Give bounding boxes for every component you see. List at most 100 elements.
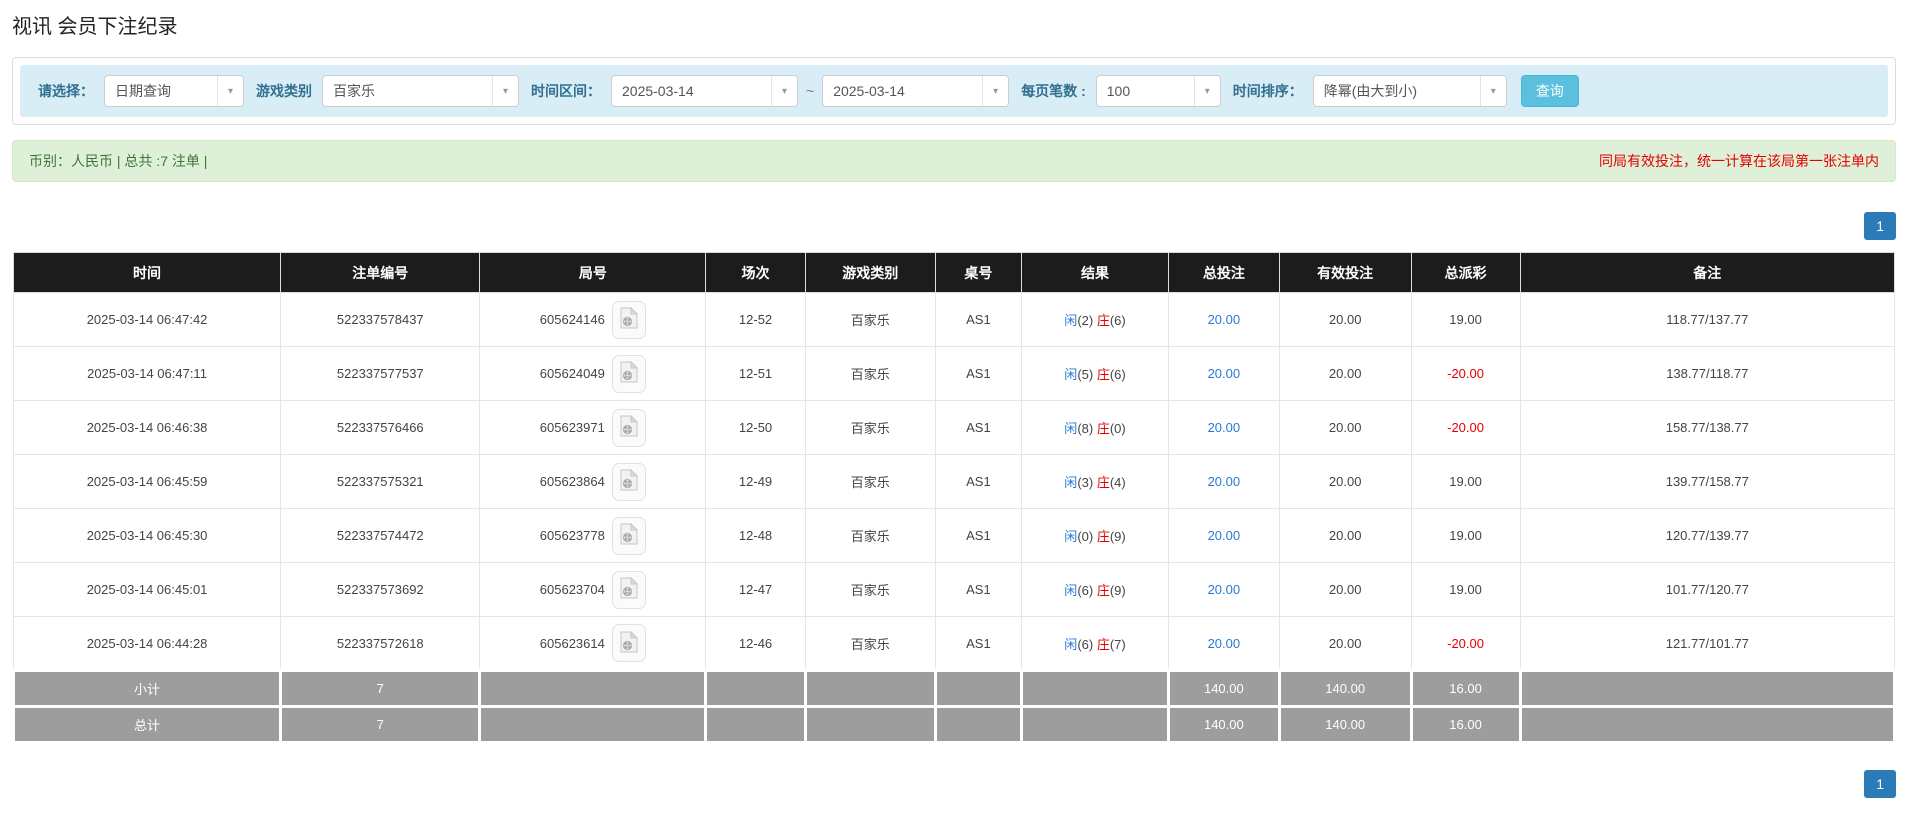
cell-game-type: 百家乐	[805, 401, 935, 455]
cell-total-bet: 20.00	[1168, 347, 1279, 401]
cell-remark: 120.77/139.77	[1520, 509, 1894, 563]
cell-result: 闲(6) 庄(7)	[1022, 617, 1169, 671]
result-player-score: (8)	[1077, 421, 1093, 436]
cell-remark: 139.77/158.77	[1520, 455, 1894, 509]
total-row: 总计 7 140.00 140.00 16.00	[14, 707, 1895, 743]
col-header-valid-bet: 有效投注	[1279, 253, 1411, 293]
cell-game-type: 百家乐	[805, 347, 935, 401]
result-player-score: (5)	[1077, 367, 1093, 382]
game-type-label: 游戏类别	[256, 81, 312, 101]
summary-bar: 币别：人民币 | 总共 :7 注单 | 同局有效投注，统一计算在该局第一张注单内	[12, 140, 1896, 182]
round-id-text: 605623704	[540, 582, 605, 597]
cell-total-bet: 20.00	[1168, 617, 1279, 671]
cell-session: 12-48	[706, 509, 806, 563]
col-header-time: 时间	[14, 253, 281, 293]
cell-bet-id: 522337578437	[281, 293, 480, 347]
chevron-down-icon[interactable]: ▾	[982, 76, 1008, 106]
cell-time: 2025-03-14 06:47:11	[14, 347, 281, 401]
result-player-score: (3)	[1077, 475, 1093, 490]
cell-round-id: 605624049	[480, 347, 706, 401]
cell-game-type: 百家乐	[805, 455, 935, 509]
date-from-select[interactable]: 2025-03-14 ▾	[611, 75, 798, 107]
cell-time: 2025-03-14 06:44:28	[14, 617, 281, 671]
cell-result: 闲(8) 庄(0)	[1022, 401, 1169, 455]
round-id-text: 605623778	[540, 528, 605, 543]
table-body: 2025-03-14 06:47:42 522337578437 6056241…	[14, 293, 1895, 671]
total-valid-bet: 140.00	[1279, 707, 1411, 743]
video-replay-button[interactable]	[612, 355, 646, 393]
game-type-select[interactable]: 百家乐 ▾	[322, 75, 519, 107]
total-bet-link[interactable]: 20.00	[1208, 636, 1241, 651]
query-type-select[interactable]: 日期查询 ▾	[104, 75, 244, 107]
time-range-label: 时间区间：	[531, 81, 601, 101]
cell-payout: 19.00	[1411, 509, 1520, 563]
round-id-text: 605623614	[540, 636, 605, 651]
cell-valid-bet: 20.00	[1279, 617, 1411, 671]
video-replay-button[interactable]	[612, 624, 646, 662]
subtotal-label: 小计	[14, 671, 281, 707]
total-bet-link[interactable]: 20.00	[1208, 420, 1241, 435]
total-total-bet: 140.00	[1168, 707, 1279, 743]
total-bet-link[interactable]: 20.00	[1208, 312, 1241, 327]
cell-payout: 19.00	[1411, 563, 1520, 617]
cell-session: 12-49	[706, 455, 806, 509]
video-replay-button[interactable]	[612, 571, 646, 609]
result-player-label: 闲	[1064, 529, 1077, 544]
total-payout: 16.00	[1411, 707, 1520, 743]
date-to-select[interactable]: 2025-03-14 ▾	[822, 75, 1009, 107]
cell-payout: -20.00	[1411, 617, 1520, 671]
cell-round-id: 605624146	[480, 293, 706, 347]
col-header-total-bet: 总投注	[1168, 253, 1279, 293]
result-player-score: (6)	[1077, 637, 1093, 652]
result-player-label: 闲	[1064, 637, 1077, 652]
total-bet-link[interactable]: 20.00	[1208, 366, 1241, 381]
result-player-score: (0)	[1077, 529, 1093, 544]
video-replay-button[interactable]	[612, 517, 646, 555]
col-header-game-type: 游戏类别	[805, 253, 935, 293]
result-banker-label: 庄	[1097, 313, 1110, 328]
subtotal-valid-bet: 140.00	[1279, 671, 1411, 707]
cell-session: 12-46	[706, 617, 806, 671]
round-id-text: 605624146	[540, 312, 605, 327]
page-size-select[interactable]: 100 ▾	[1096, 75, 1221, 107]
round-id-text: 605624049	[540, 366, 605, 381]
chevron-down-icon[interactable]: ▾	[492, 76, 518, 106]
video-replay-button[interactable]	[612, 463, 646, 501]
pagination-page-1[interactable]: 1	[1864, 212, 1896, 240]
result-banker-label: 庄	[1097, 421, 1110, 436]
round-id-text: 605623971	[540, 420, 605, 435]
total-bet-link[interactable]: 20.00	[1208, 528, 1241, 543]
cell-session: 12-52	[706, 293, 806, 347]
cell-game-type: 百家乐	[805, 509, 935, 563]
cell-remark: 138.77/118.77	[1520, 347, 1894, 401]
page-root: 视讯 会员下注纪录 请选择： 日期查询 ▾ 游戏类别 百家乐 ▾ 时间区间： 2…	[0, 0, 1908, 798]
query-type-value: 日期查询	[105, 76, 217, 106]
result-banker-label: 庄	[1097, 637, 1110, 652]
chevron-down-icon[interactable]: ▾	[1480, 76, 1506, 106]
result-banker-label: 庄	[1097, 367, 1110, 382]
total-bet-link[interactable]: 20.00	[1208, 474, 1241, 489]
cell-total-bet: 20.00	[1168, 401, 1279, 455]
cell-total-bet: 20.00	[1168, 563, 1279, 617]
sort-order-select[interactable]: 降幂(由大到小) ▾	[1313, 75, 1507, 107]
currency-total-text: 币别：人民币 | 总共 :7 注单 |	[29, 151, 207, 171]
cell-time: 2025-03-14 06:47:42	[14, 293, 281, 347]
cell-round-id: 605623864	[480, 455, 706, 509]
search-button[interactable]: 查询	[1521, 75, 1579, 107]
total-bet-link[interactable]: 20.00	[1208, 582, 1241, 597]
pagination-page-1[interactable]: 1	[1864, 770, 1896, 798]
chevron-down-icon[interactable]: ▾	[217, 76, 243, 106]
cell-time: 2025-03-14 06:45:01	[14, 563, 281, 617]
table-row: 2025-03-14 06:45:01 522337573692 6056237…	[14, 563, 1895, 617]
video-replay-button[interactable]	[612, 409, 646, 447]
valid-bet-note: 同局有效投注，统一计算在该局第一张注单内	[1599, 151, 1879, 171]
pagination-bottom: 1	[12, 770, 1896, 798]
subtotal-total-bet: 140.00	[1168, 671, 1279, 707]
chevron-down-icon[interactable]: ▾	[771, 76, 797, 106]
result-banker-score: (4)	[1110, 475, 1126, 490]
chevron-down-icon[interactable]: ▾	[1194, 76, 1220, 106]
cell-session: 12-51	[706, 347, 806, 401]
video-replay-button[interactable]	[612, 301, 646, 339]
subtotal-payout: 16.00	[1411, 671, 1520, 707]
cell-round-id: 605623704	[480, 563, 706, 617]
